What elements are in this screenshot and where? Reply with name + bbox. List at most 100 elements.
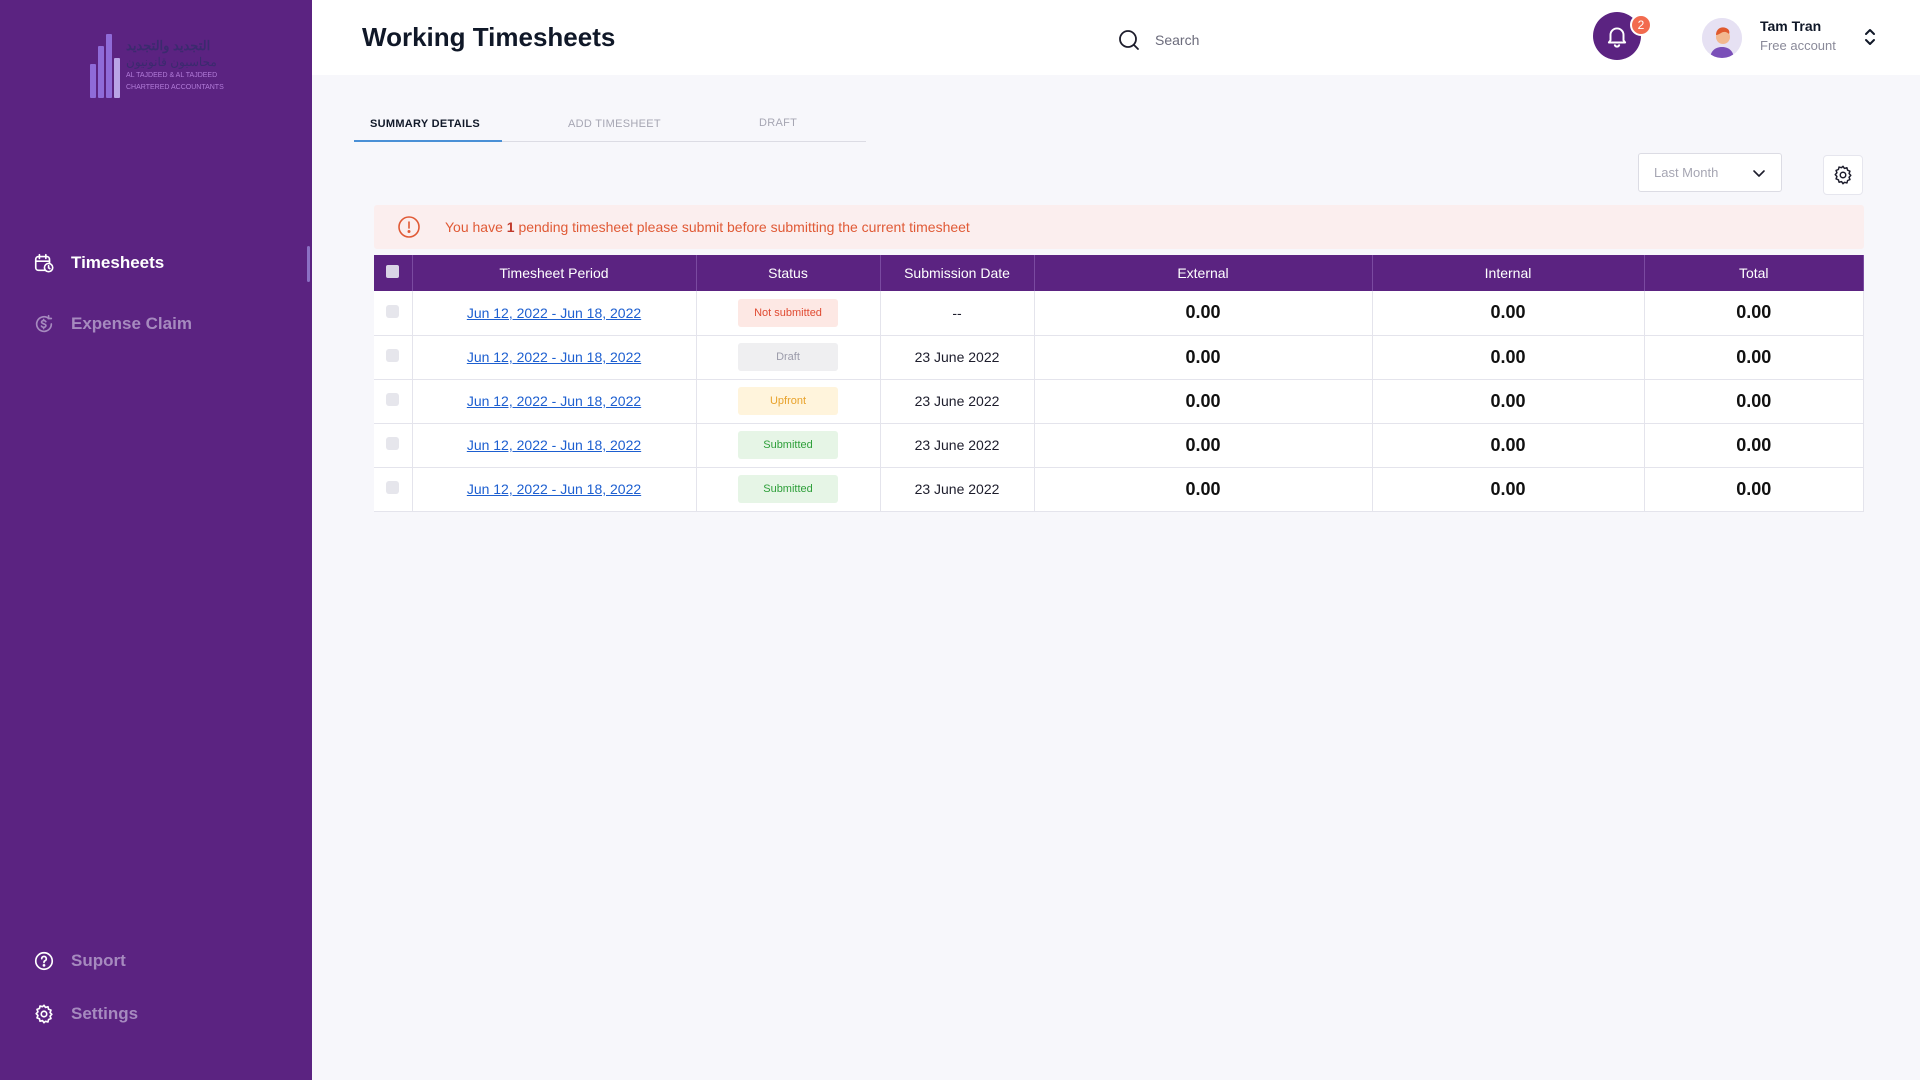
status-cell: Upfront bbox=[696, 379, 881, 424]
table-row: Jun 12, 2022 - Jun 18, 2022 Not submitte… bbox=[374, 291, 1864, 336]
row-checkbox[interactable] bbox=[386, 481, 400, 494]
row-checkbox[interactable] bbox=[386, 393, 400, 406]
status-badge: Submitted bbox=[738, 431, 838, 459]
submission-date-cell: 23 June 2022 bbox=[880, 423, 1035, 468]
sidebar: التجديد والتجديد محاسبون قانونيون AL TAJ… bbox=[0, 0, 312, 1080]
logo-mark bbox=[88, 34, 120, 98]
search-input[interactable]: Search bbox=[1155, 32, 1199, 48]
calendar-clock-icon bbox=[34, 253, 54, 273]
status-badge: Submitted bbox=[738, 475, 838, 503]
row-select-cell bbox=[374, 423, 413, 468]
status-cell: Submitted bbox=[696, 467, 881, 512]
table-row: Jun 12, 2022 - Jun 18, 2022 Upfront 23 J… bbox=[374, 379, 1864, 424]
internal-hours-cell: 0.00 bbox=[1372, 423, 1645, 468]
status-badge: Upfront bbox=[738, 387, 838, 415]
period-cell: Jun 12, 2022 - Jun 18, 2022 bbox=[412, 335, 697, 380]
column-header-total[interactable]: Total bbox=[1644, 255, 1864, 291]
gear-icon bbox=[35, 1004, 53, 1024]
sidebar-item-timesheets[interactable]: Timesheets bbox=[33, 252, 164, 274]
external-hours-cell: 0.00 bbox=[1034, 467, 1373, 512]
user-plan: Free account bbox=[1760, 38, 1836, 53]
tab-add-timesheet[interactable]: ADD TIMESHEET bbox=[568, 118, 661, 130]
total-hours-cell: 0.00 bbox=[1644, 335, 1864, 380]
chevron-down-icon bbox=[1753, 169, 1765, 177]
alert-circle-icon bbox=[398, 216, 420, 238]
status-badge: Not submitted bbox=[738, 298, 838, 327]
view-tabs: SUMMARY DETAILS ADD TIMESHEET DRAFT bbox=[354, 116, 866, 142]
column-header-period[interactable]: Timesheet Period bbox=[412, 255, 697, 291]
status-cell: Submitted bbox=[696, 423, 881, 468]
bell-icon bbox=[1607, 27, 1627, 48]
external-hours-cell: 0.00 bbox=[1034, 423, 1373, 468]
avatar[interactable] bbox=[1702, 18, 1742, 58]
logo-arabic-subtitle: محاسبون قانونيون bbox=[126, 55, 217, 69]
column-header-external[interactable]: External bbox=[1034, 255, 1373, 291]
table-settings-button[interactable] bbox=[1823, 155, 1863, 195]
status-cell: Not submitted bbox=[696, 291, 881, 336]
row-checkbox[interactable] bbox=[386, 349, 400, 362]
chevron-up-down-icon bbox=[1865, 29, 1875, 45]
internal-hours-cell: 0.00 bbox=[1372, 335, 1645, 380]
period-link[interactable]: Jun 12, 2022 - Jun 18, 2022 bbox=[467, 349, 641, 365]
select-all-checkbox[interactable] bbox=[386, 265, 400, 278]
page-title: Working Timesheets bbox=[362, 22, 616, 52]
select-all-header bbox=[374, 255, 413, 291]
alert-message: You have 1 pending timesheet please subm… bbox=[445, 219, 970, 235]
sidebar-item-label: Settings bbox=[71, 1004, 139, 1023]
notification-count-badge: 2 bbox=[1630, 14, 1652, 36]
external-hours-cell: 0.00 bbox=[1034, 291, 1373, 336]
internal-hours-cell: 0.00 bbox=[1372, 467, 1645, 512]
sidebar-item-label: Expense Claim bbox=[71, 314, 192, 333]
status-cell: Draft bbox=[696, 335, 881, 380]
external-hours-cell: 0.00 bbox=[1034, 335, 1373, 380]
total-hours-cell: 0.00 bbox=[1644, 467, 1864, 512]
logo-english-subtitle: CHARTERED ACCOUNTANTS bbox=[126, 84, 224, 91]
logo-arabic-name: التجديد والتجديد bbox=[126, 38, 211, 53]
row-select-cell bbox=[374, 291, 413, 336]
period-cell: Jun 12, 2022 - Jun 18, 2022 bbox=[412, 423, 697, 468]
external-hours-cell: 0.00 bbox=[1034, 379, 1373, 424]
submission-date-cell: 23 June 2022 bbox=[880, 467, 1035, 512]
submission-date-cell: 23 June 2022 bbox=[880, 379, 1035, 424]
table-row: Jun 12, 2022 - Jun 18, 2022 Submitted 23… bbox=[374, 467, 1864, 512]
table-row: Jun 12, 2022 - Jun 18, 2022 Submitted 23… bbox=[374, 423, 1864, 468]
search-bar[interactable]: Search bbox=[1117, 28, 1199, 52]
row-checkbox[interactable] bbox=[386, 304, 400, 318]
column-header-submission-date[interactable]: Submission Date bbox=[880, 255, 1035, 291]
period-link[interactable]: Jun 12, 2022 - Jun 18, 2022 bbox=[467, 481, 641, 497]
search-icon bbox=[1119, 30, 1139, 50]
total-hours-cell: 0.00 bbox=[1644, 423, 1864, 468]
submission-date-cell: 23 June 2022 bbox=[880, 335, 1035, 380]
status-badge: Draft bbox=[738, 343, 838, 371]
account-switcher-button[interactable] bbox=[1859, 25, 1881, 49]
row-checkbox[interactable] bbox=[386, 437, 400, 450]
column-header-internal[interactable]: Internal bbox=[1372, 255, 1645, 291]
sidebar-item-settings[interactable]: Settings bbox=[33, 1003, 138, 1025]
active-tab-underline bbox=[354, 140, 502, 142]
logo-english-name: AL TAJDEED & AL TAJDEED bbox=[126, 72, 218, 79]
period-cell: Jun 12, 2022 - Jun 18, 2022 bbox=[412, 467, 697, 512]
timesheet-table: Timesheet Period Status Submission Date … bbox=[374, 255, 1864, 512]
user-name: Tam Tran bbox=[1760, 18, 1822, 34]
sidebar-item-expense-claim[interactable]: Expense Claim bbox=[33, 313, 192, 335]
tab-summary-details[interactable]: SUMMARY DETAILS bbox=[370, 118, 480, 130]
internal-hours-cell: 0.00 bbox=[1372, 379, 1645, 424]
top-header: Working Timesheets Search 2 Tam Tran Fre… bbox=[312, 0, 1920, 75]
period-select[interactable]: Last Month bbox=[1638, 153, 1782, 192]
period-select-value: Last Month bbox=[1654, 165, 1719, 180]
sidebar-item-support[interactable]: Suport bbox=[33, 950, 126, 972]
row-select-cell bbox=[374, 379, 413, 424]
period-cell: Jun 12, 2022 - Jun 18, 2022 bbox=[412, 291, 697, 336]
tab-draft[interactable]: DRAFT bbox=[759, 117, 797, 129]
internal-hours-cell: 0.00 bbox=[1372, 291, 1645, 336]
period-link[interactable]: Jun 12, 2022 - Jun 18, 2022 bbox=[467, 437, 641, 453]
row-select-cell bbox=[374, 335, 413, 380]
gear-icon bbox=[1834, 165, 1852, 185]
row-select-cell bbox=[374, 467, 413, 512]
column-header-status[interactable]: Status bbox=[696, 255, 881, 291]
table-header-row: Timesheet Period Status Submission Date … bbox=[374, 255, 1864, 291]
table-row: Jun 12, 2022 - Jun 18, 2022 Draft 23 Jun… bbox=[374, 335, 1864, 380]
period-link[interactable]: Jun 12, 2022 - Jun 18, 2022 bbox=[467, 393, 641, 409]
period-link[interactable]: Jun 12, 2022 - Jun 18, 2022 bbox=[467, 305, 641, 321]
submission-date-cell: -- bbox=[880, 291, 1035, 336]
